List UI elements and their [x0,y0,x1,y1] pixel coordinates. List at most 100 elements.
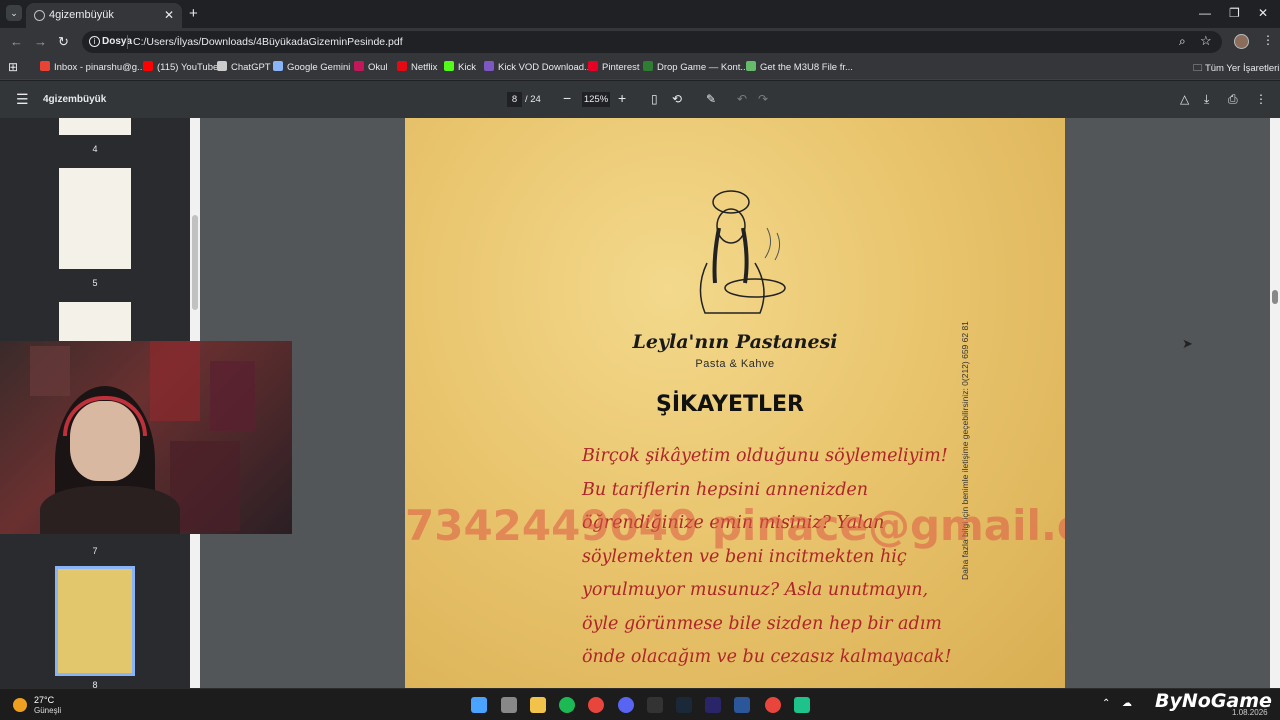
bookmark-favicon-icon [397,61,407,71]
steam-icon[interactable] [676,697,692,713]
bookmark-label: Netflix [411,62,438,73]
epic-games-icon[interactable] [647,697,663,713]
viewer-scroll-thumb[interactable] [1272,290,1278,304]
word-icon[interactable] [734,697,750,713]
bookmark-item[interactable]: Okul [354,61,388,73]
bookmark-item[interactable]: Kick VOD Download... [484,61,592,73]
bookmark-item[interactable]: Inbox - pinarshu@g... [40,61,145,73]
mouse-cursor-icon: ➤ [1182,336,1193,351]
browser-menu-icon[interactable]: ⋮ [1262,33,1274,47]
tab-title: 4gizembüyük [49,9,114,21]
bookmark-item[interactable]: Drop Game — Kont... [643,61,748,73]
tab-search-button[interactable]: ⌄ [6,5,22,21]
apps-grid-icon[interactable]: ⊞ [8,60,18,74]
pdf-viewer: Leyla'nın Pastanesi Pasta & Kahve ŞİKAYE… [200,118,1270,688]
spotify-icon[interactable] [559,697,575,713]
bookmark-favicon-icon [143,61,153,71]
tab-strip: ⌄ 4gizembüyük ✕ + — ❐ ✕ [0,0,1280,28]
profile-avatar[interactable] [1234,34,1249,49]
bookmark-label: Kick VOD Download... [498,62,592,73]
chrome-icon[interactable] [588,697,604,713]
bookmark-item[interactable]: ChatGPT [217,61,271,73]
pdf-menu-icon[interactable]: ⋮ [1255,92,1267,106]
download-icon[interactable]: ⤓ [1204,92,1209,107]
thumbnail-page-8[interactable] [55,566,135,676]
bookmark-favicon-icon [354,61,364,71]
drive-icon[interactable]: △ [1180,92,1189,106]
page-number-input[interactable]: 8 [507,92,522,107]
zoom-in-button[interactable]: + [618,90,626,106]
page-total: / 24 [525,94,541,105]
sidebar-toggle-icon[interactable]: ☰ [16,91,29,108]
pdf-toolbar: ☰ 4gizembüyük 8 / 24 − 125% + ▯ ⟲ ✎ ↶ ↷ … [0,81,1280,118]
bookmark-favicon-icon [484,61,494,71]
browser-toolbar: ← → ↻ i Dosya C:/Users/İlyas/Downloads/4… [0,28,1280,56]
restore-button[interactable]: ❐ [1229,6,1240,20]
sun-icon[interactable] [13,698,27,712]
complaint-line: öyle görünmese bile sizden hep bir adım [582,613,942,634]
complaint-line: önde olacağım ve bu cezasız kalmayacak! [582,647,952,667]
fit-page-icon[interactable]: ▯ [651,92,658,106]
bookmark-star-icon[interactable]: ☆ [1200,33,1212,49]
address-bar[interactable]: i Dosya C:/Users/İlyas/Downloads/4Büyüka… [82,31,1222,53]
bookmark-favicon-icon [588,61,598,71]
bookmark-label: (115) YouTube [157,62,219,73]
task-view-icon[interactable] [501,697,517,713]
bookmark-label: Google Gemini [287,62,351,73]
bookmark-item[interactable]: Google Gemini [273,61,350,73]
thumbnail-page-4[interactable] [59,118,131,135]
app-icon[interactable] [794,697,810,713]
annotate-icon[interactable]: ✎ [706,92,716,106]
chrome-active-icon[interactable] [765,697,781,713]
bookmark-favicon-icon [643,61,653,71]
bookmark-favicon-icon [746,61,756,71]
browser-tab[interactable]: 4gizembüyük ✕ [26,3,182,28]
zoom-level-input[interactable]: 125% [582,92,610,107]
discord-icon[interactable] [618,697,634,713]
forward-button[interactable]: → [34,34,47,49]
all-bookmarks-label: Tüm Yer İşaretleri [1204,63,1280,74]
bookmark-label: Kick [458,62,476,73]
stream-watermark: 7342449040 pinace@gmail.co [405,501,1065,550]
zoom-out-button[interactable]: − [563,90,571,106]
url-text[interactable]: C:/Users/İlyas/Downloads/4BüyükadaGizemi… [133,36,403,48]
cloud-icon[interactable]: ☁ [1122,698,1132,709]
bookmark-item[interactable]: (115) YouTube [143,61,218,73]
pdf-page: Leyla'nın Pastanesi Pasta & Kahve ŞİKAYE… [405,118,1193,688]
thumbnail-label: 8 [92,680,98,688]
thumbnail-page-5[interactable] [59,168,131,269]
redo-icon[interactable]: ↷ [758,92,768,106]
bookmark-item[interactable]: Get the M3U8 File fr... [746,61,853,73]
zoom-icon[interactable]: ⌕ [1179,34,1186,49]
close-tab-icon[interactable]: ✕ [164,8,174,22]
bookmark-item[interactable]: Kick [444,61,476,73]
undo-icon[interactable]: ↶ [737,92,747,106]
close-window-button[interactable]: ✕ [1258,6,1268,20]
url-divider [127,35,128,49]
bookmark-item[interactable]: Pinterest [588,61,640,73]
print-icon[interactable]: ⎙ [1228,92,1238,107]
bookmark-label: Get the M3U8 File fr... [760,62,853,73]
bookmark-favicon-icon [217,61,227,71]
info-icon[interactable]: i [89,36,100,47]
thumbnail-page-6[interactable] [59,302,131,342]
viewer-scrollbar[interactable] [1270,118,1280,688]
sidebar-scroll-thumb[interactable] [192,215,198,310]
complaint-line: yorulmuyor musunuz? Asla unutmayın, [582,580,929,600]
thumbnail-label: 4 [92,144,98,154]
file-explorer-icon[interactable] [530,697,546,713]
globe-icon [34,10,45,21]
start-icon[interactable] [471,697,487,713]
tray-chevron-icon[interactable]: ⌃ [1102,698,1110,709]
new-tab-button[interactable]: + [189,5,198,22]
after-effects-icon[interactable] [705,697,721,713]
weather-temp[interactable]: 27°C [34,695,54,705]
bookmark-item[interactable]: Netflix [397,61,437,73]
rotate-icon[interactable]: ⟲ [672,92,682,106]
taskbar: 27°C Güneşli ⌃ ☁ ByNoGame 1.08.2026 [0,688,1280,720]
minimize-button[interactable]: — [1199,6,1211,20]
bookmark-label: Drop Game — Kont... [657,62,749,73]
back-button[interactable]: ← [10,34,23,49]
all-bookmarks-folder[interactable]: 🗀 Tüm Yer İşaretleri [1193,61,1279,77]
reload-button[interactable]: ↻ [58,34,69,50]
